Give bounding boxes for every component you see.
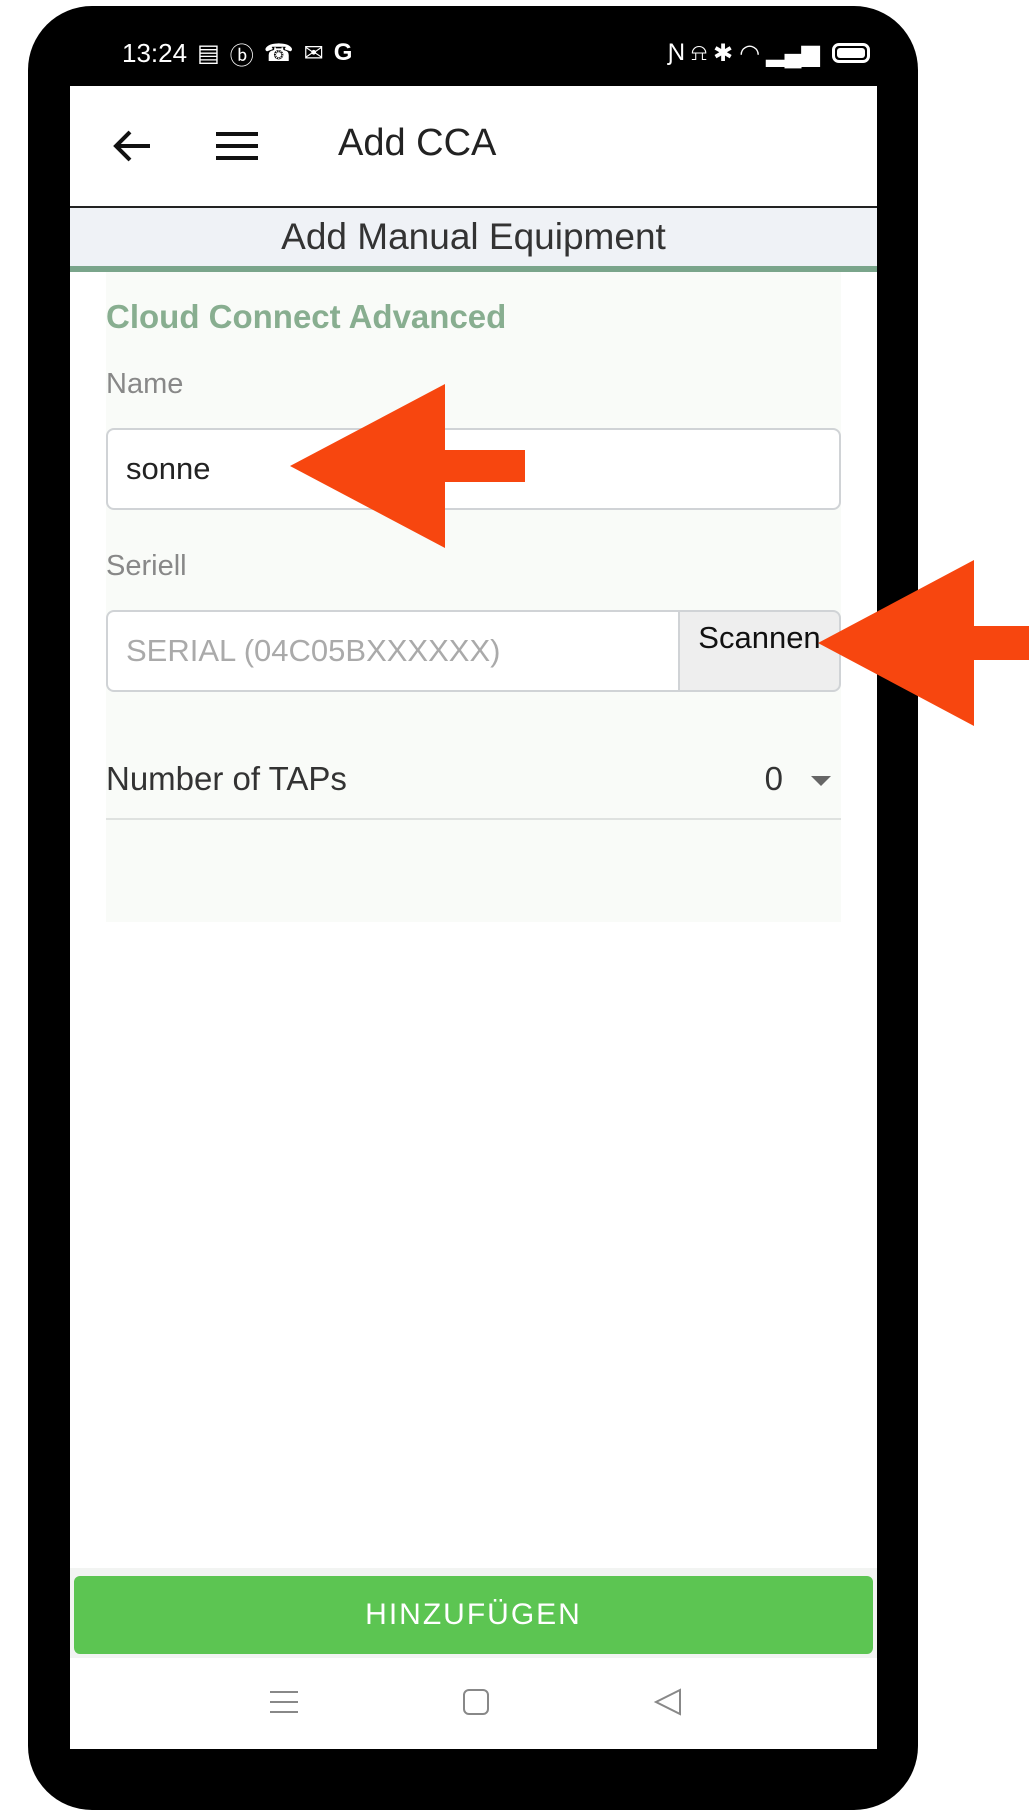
taps-value: 0 bbox=[764, 760, 783, 797]
annotation-arrow-name bbox=[290, 384, 525, 548]
page-title: Add CCA bbox=[338, 122, 497, 164]
form-panel bbox=[106, 272, 841, 922]
scan-button[interactable]: Scannen bbox=[678, 610, 841, 692]
name-label: Name bbox=[106, 368, 184, 400]
serial-input[interactable]: SERIAL (04C05BXXXXXX) bbox=[106, 610, 681, 692]
section-title: Cloud Connect Advanced bbox=[106, 298, 507, 335]
serial-label: Seriell bbox=[106, 550, 187, 582]
b-circle-icon: ⓑ bbox=[229, 42, 254, 70]
home-icon[interactable] bbox=[460, 1686, 492, 1718]
signal-icon: ▂▄▆ bbox=[766, 39, 820, 67]
add-button[interactable]: HINZUFÜGEN bbox=[74, 1576, 873, 1654]
taps-label: Number of TAPs bbox=[106, 760, 347, 797]
bluetooth-icon: ✱ bbox=[713, 39, 734, 67]
battery-icon bbox=[832, 43, 870, 63]
app-screen: Add CCA Add Manual Equipment Cloud Conne… bbox=[70, 86, 877, 1749]
back-triangle-icon[interactable] bbox=[652, 1686, 684, 1718]
annotation-arrow-scan bbox=[818, 560, 1029, 726]
google-icon: G bbox=[333, 39, 353, 66]
subheader-title: Add Manual Equipment bbox=[70, 208, 877, 272]
missed-call-icon: ☎ bbox=[263, 39, 294, 67]
gmail-icon: ✉ bbox=[303, 39, 324, 67]
arrow-left-icon[interactable] bbox=[110, 124, 154, 168]
nfc-icon: Ɲ bbox=[667, 39, 686, 66]
notes-icon: ▤ bbox=[197, 39, 220, 67]
hamburger-menu-icon[interactable] bbox=[216, 130, 258, 162]
caret-down-icon bbox=[811, 776, 831, 786]
status-time: 13:24 bbox=[122, 37, 188, 68]
app-bar: Add CCA bbox=[70, 86, 877, 208]
wifi-icon: ◠ bbox=[739, 39, 761, 67]
recent-apps-icon[interactable] bbox=[268, 1686, 300, 1718]
taps-select[interactable]: Number of TAPs 0 bbox=[106, 746, 841, 820]
system-nav-bar bbox=[70, 1658, 877, 1749]
status-bar: 13:24 ▤ ⓑ ☎ ✉ G Ɲ ⍾ ✱ ◠ ▂▄▆ bbox=[70, 36, 870, 70]
vibrate-icon: ⍾ bbox=[691, 39, 708, 66]
